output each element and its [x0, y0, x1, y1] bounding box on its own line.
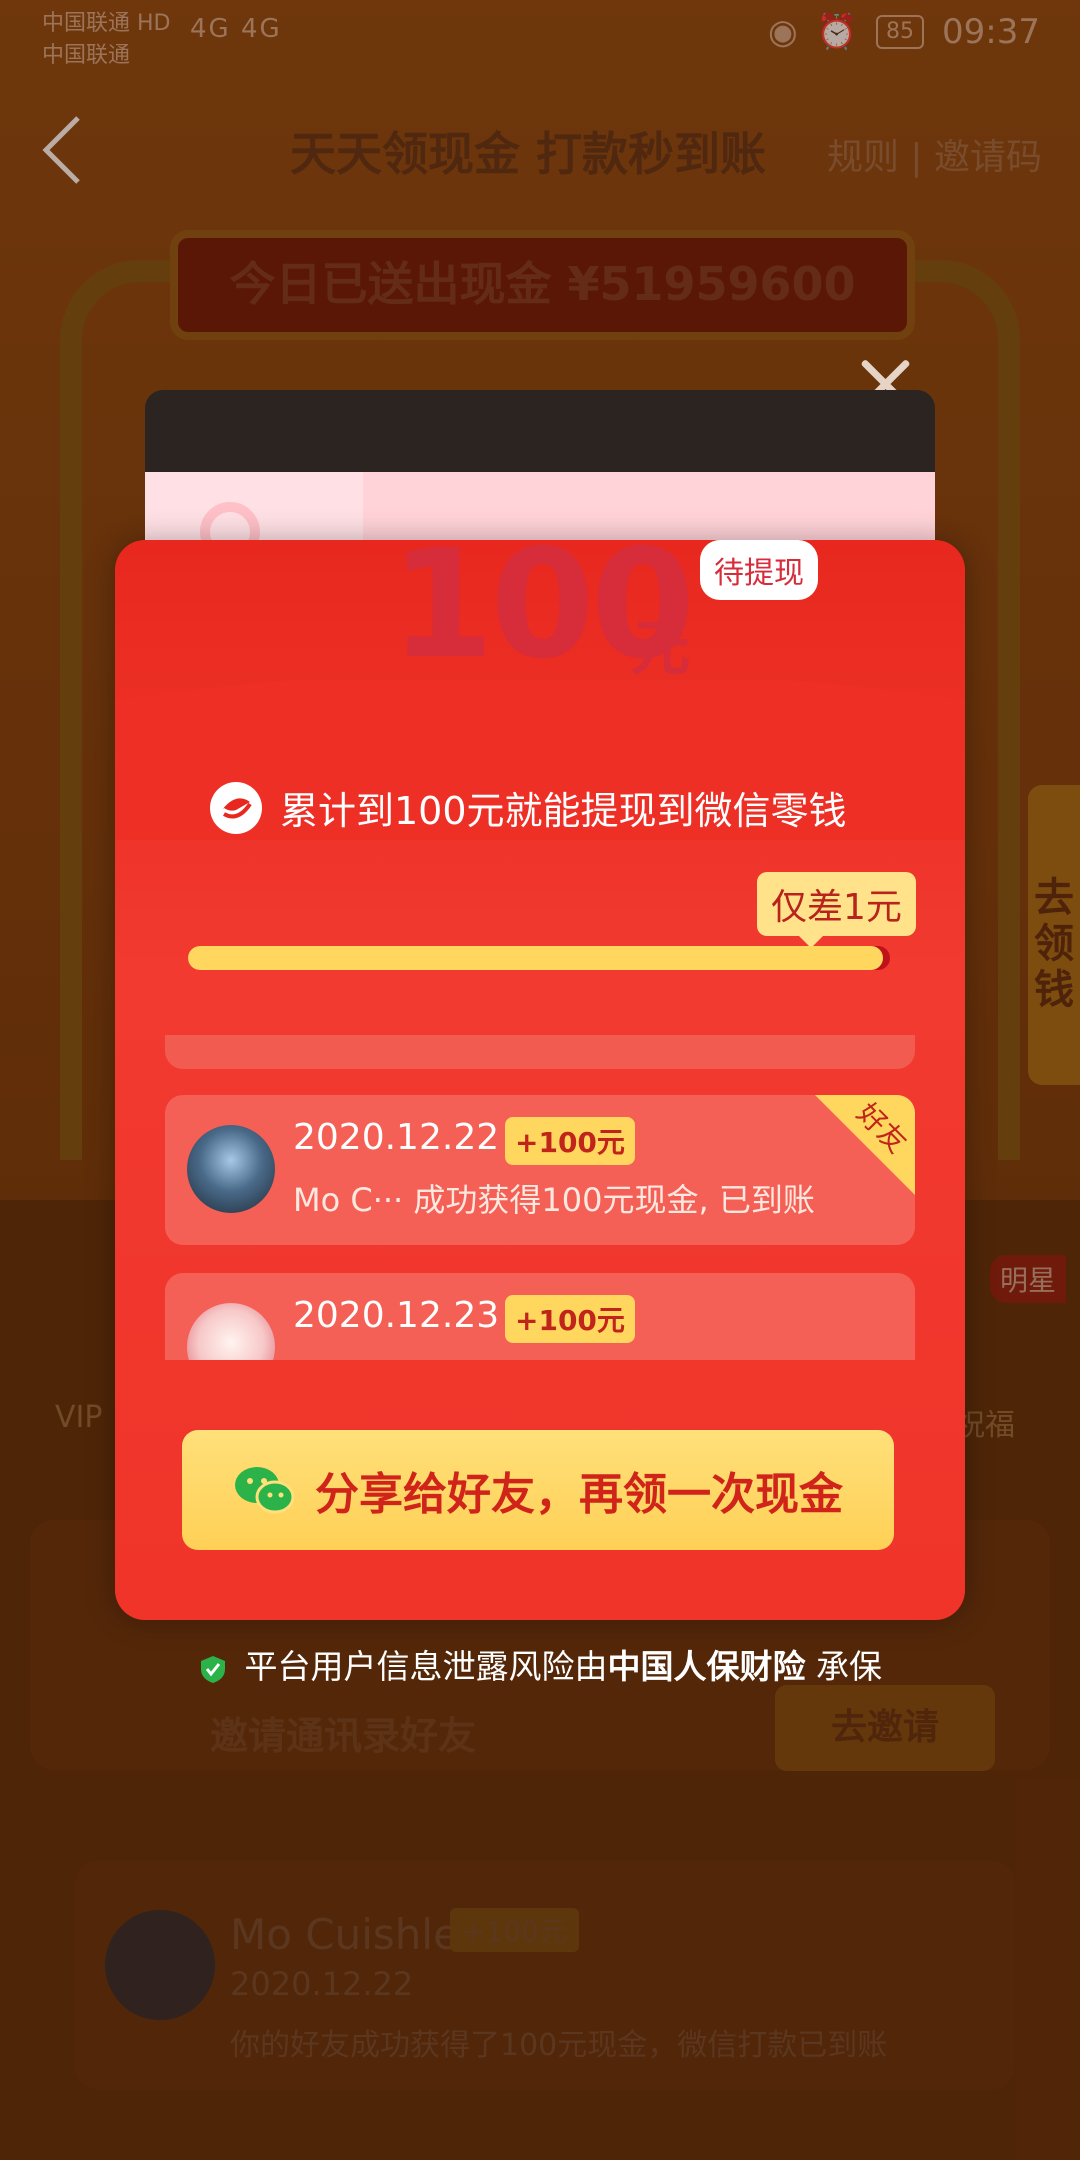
list-item: 2020.12.23 +100元: [165, 1273, 915, 1360]
share-to-friends-button[interactable]: 分享给好友，再领一次现金: [182, 1430, 894, 1550]
pending-withdraw-badge: 待提现: [700, 540, 818, 600]
difference-tag: 仅差1元: [757, 872, 916, 948]
withdraw-progress-bar: [188, 946, 890, 970]
insurance-notice: 平台用户信息泄露风险由中国人保财险 承保: [0, 1640, 1080, 1688]
list-item: 2020.12.22 +100元 Mo C··· 成功获得100元现金, 已到账…: [165, 1095, 915, 1245]
reward-unit: 元: [630, 614, 690, 684]
progress-fill: [188, 946, 883, 970]
wechat-pay-icon: [210, 781, 262, 834]
road-landscape-avatar: [187, 1125, 275, 1213]
reward-list[interactable]: 2020.12.22 +100元 Mo C··· 成功获得100元现金, 已到账…: [165, 1035, 915, 1360]
shield-check-icon: [201, 1655, 225, 1683]
wechat-icon: [235, 1467, 295, 1514]
withdraw-hint: 累计到100元就能提现到微信零钱: [210, 780, 847, 835]
insurer-brand: 中国人保财险: [607, 1647, 806, 1686]
cartoon-girl-avatar: [187, 1303, 275, 1360]
